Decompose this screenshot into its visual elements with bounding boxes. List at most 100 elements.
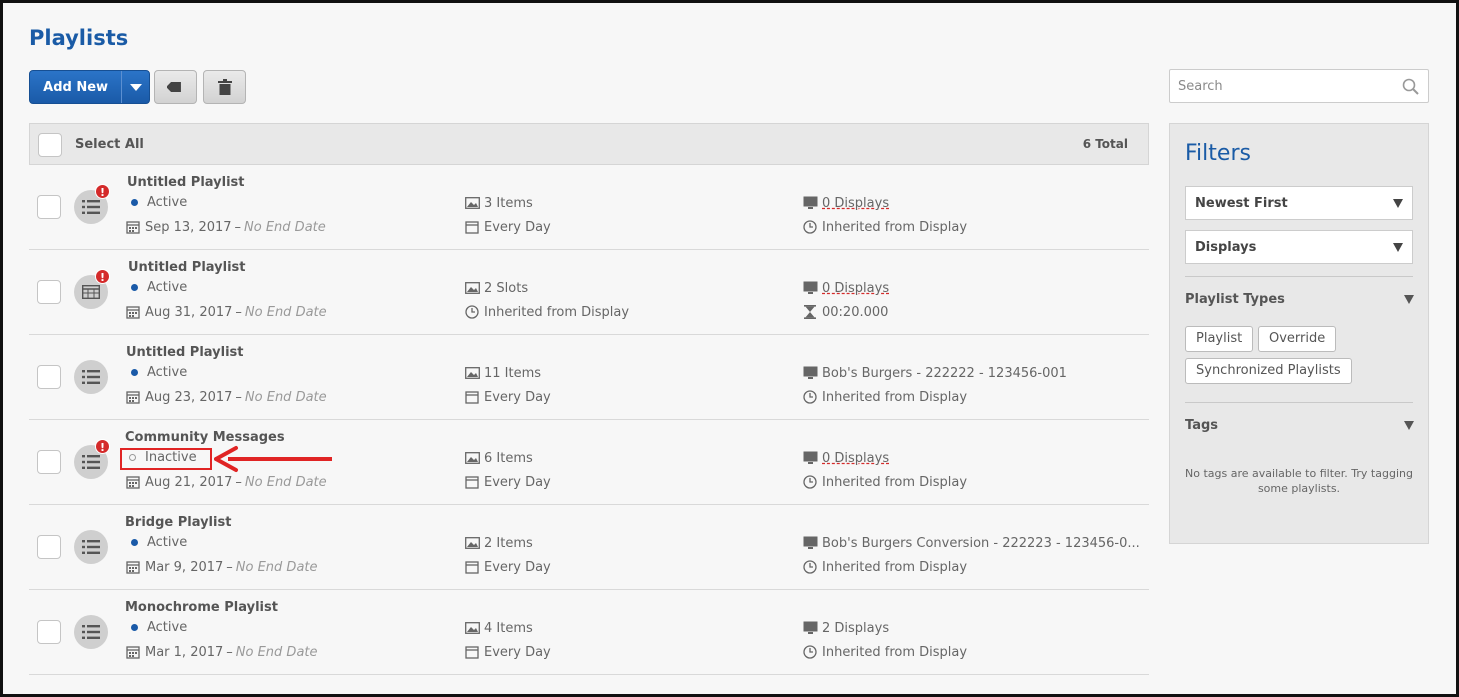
content-line: 11 Items xyxy=(464,365,541,381)
timing-line: Inherited from Display xyxy=(802,474,967,490)
schedule-line: Every Day xyxy=(464,559,551,575)
monitor-icon xyxy=(802,535,818,551)
image-icon xyxy=(464,450,480,466)
target-line: Bob's Burgers Conversion - 222223 - 1234… xyxy=(802,535,1140,551)
calendar-icon xyxy=(125,644,141,660)
calendar-icon xyxy=(125,474,141,490)
display-target[interactable]: Bob's Burgers - 222222 - 123456-001 xyxy=(822,366,1067,381)
scope-select[interactable]: Displays xyxy=(1185,230,1413,264)
dropdown-arrow-icon xyxy=(1393,243,1403,252)
date-separator: – xyxy=(235,474,242,490)
chevron-down-icon xyxy=(129,83,142,91)
table-row[interactable]: Untitled Playlist Active Aug 23, 2017 – … xyxy=(29,335,1149,420)
select-all-checkbox[interactable] xyxy=(38,133,62,157)
tags-heading[interactable]: Tags xyxy=(1185,418,1218,433)
status-dot-icon xyxy=(131,199,138,206)
timing-line: Inherited from Display xyxy=(802,644,967,660)
row-checkbox[interactable] xyxy=(37,535,61,559)
clock-icon xyxy=(802,644,818,660)
sort-select-value[interactable]: Newest First xyxy=(1195,196,1288,211)
playlist-name[interactable]: Community Messages xyxy=(125,430,285,445)
collapse-arrow-icon[interactable] xyxy=(1404,421,1414,430)
search-icon[interactable] xyxy=(1402,78,1420,96)
calendar-outline-icon xyxy=(464,644,480,660)
collapse-arrow-icon[interactable] xyxy=(1404,295,1414,304)
content-count: 11 Items xyxy=(484,365,542,381)
start-date: Mar 1, 2017 xyxy=(145,644,224,660)
add-new-button[interactable]: Add New xyxy=(29,70,150,104)
table-row[interactable]: Bridge Playlist Active Mar 9, 2017 – No … xyxy=(29,505,1149,590)
content-line: 6 Items xyxy=(464,450,533,466)
annotation-arrow-icon xyxy=(214,446,332,472)
table-row[interactable]: Monochrome Playlist Active Mar 1, 2017 –… xyxy=(29,590,1149,675)
table-row[interactable]: ! Untitled Playlist Active Aug 31, 2017 … xyxy=(29,250,1149,335)
display-target[interactable]: 0 Displays xyxy=(822,196,889,211)
start-date: Mar 9, 2017 xyxy=(145,559,224,575)
timing-text: Inherited from Display xyxy=(822,644,968,660)
row-checkbox[interactable] xyxy=(37,620,61,644)
monitor-icon xyxy=(802,280,818,296)
alert-icon: ! xyxy=(95,439,110,454)
content-count: 4 Items xyxy=(484,620,533,636)
playlist-name[interactable]: Untitled Playlist xyxy=(128,260,246,275)
row-checkbox[interactable] xyxy=(37,450,61,474)
playlist-name[interactable]: Monochrome Playlist xyxy=(125,600,278,615)
calendar-icon xyxy=(125,389,141,405)
status-line: Active xyxy=(127,280,187,295)
status-text: Active xyxy=(147,620,188,635)
start-date: Aug 21, 2017 xyxy=(145,474,233,490)
search-box[interactable] xyxy=(1169,69,1429,103)
display-target[interactable]: 0 Displays xyxy=(822,281,889,296)
tag-edit-icon xyxy=(166,82,181,92)
timing-line: Inherited from Display xyxy=(802,389,967,405)
playlist-list-icon xyxy=(74,530,108,564)
row-checkbox[interactable] xyxy=(37,195,61,219)
schedule-text: Every Day xyxy=(484,559,551,575)
row-checkbox[interactable] xyxy=(37,280,61,304)
status-dot-icon xyxy=(131,284,138,291)
playlist-types-heading[interactable]: Playlist Types xyxy=(1185,292,1285,307)
scope-select-value[interactable]: Displays xyxy=(1195,240,1256,255)
playlist-name[interactable]: Bridge Playlist xyxy=(125,515,231,530)
target-line: 0 Displays xyxy=(802,195,889,211)
schedule-text: Every Day xyxy=(484,644,551,660)
filter-tag-synchronized[interactable]: Synchronized Playlists xyxy=(1185,358,1352,384)
calendar-outline-icon xyxy=(464,389,480,405)
status-text: Active xyxy=(147,195,188,210)
filter-tag-playlist[interactable]: Playlist xyxy=(1185,326,1254,352)
monitor-icon xyxy=(802,195,818,211)
playlist-name[interactable]: Untitled Playlist xyxy=(127,175,245,190)
delete-button[interactable] xyxy=(203,70,246,104)
calendar-outline-icon xyxy=(464,474,480,490)
status-line: Active xyxy=(127,195,187,210)
edit-button[interactable] xyxy=(154,70,197,104)
content-line: 4 Items xyxy=(464,620,533,636)
schedule-line: Every Day xyxy=(464,219,551,235)
add-new-dropdown-button[interactable] xyxy=(121,71,149,103)
monitor-icon xyxy=(802,620,818,636)
add-new-label[interactable]: Add New xyxy=(30,80,121,95)
no-tags-message: No tags are available to filter. Try tag… xyxy=(1185,467,1413,495)
divider xyxy=(1185,276,1413,277)
display-target[interactable]: 2 Displays xyxy=(822,621,889,636)
sort-select[interactable]: Newest First xyxy=(1185,186,1413,220)
date-line: Mar 1, 2017 – No End Date xyxy=(125,644,318,660)
content-line: 3 Items xyxy=(464,195,533,211)
table-row[interactable]: ! Untitled Playlist Active Sep 13, 2017 … xyxy=(29,165,1149,250)
date-separator: – xyxy=(235,304,242,320)
display-target[interactable]: 0 Displays xyxy=(822,451,889,466)
row-checkbox[interactable] xyxy=(37,365,61,389)
playlist-list-icon xyxy=(74,615,108,649)
date-separator: – xyxy=(226,559,233,575)
end-date: No End Date xyxy=(235,644,318,660)
end-date: No End Date xyxy=(244,474,327,490)
select-all-label[interactable]: Select All xyxy=(75,137,144,152)
playlist-name[interactable]: Untitled Playlist xyxy=(126,345,244,360)
content-count: 2 Slots xyxy=(484,280,529,296)
timing-line: Inherited from Display xyxy=(802,219,967,235)
calendar-icon xyxy=(125,219,141,235)
filter-tag-override[interactable]: Override xyxy=(1258,326,1337,352)
search-input[interactable] xyxy=(1170,70,1390,102)
status-line: Active xyxy=(127,620,187,635)
display-target[interactable]: Bob's Burgers Conversion - 222223 - 1234… xyxy=(822,536,1140,551)
